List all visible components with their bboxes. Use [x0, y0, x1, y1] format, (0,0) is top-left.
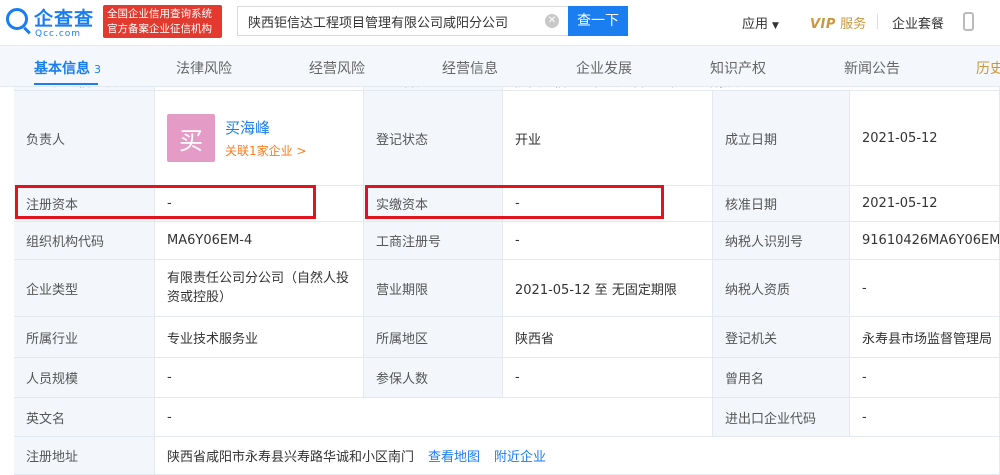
label-biz-reg-no: 工商注册号	[364, 222, 503, 260]
label-ent-type: 企业类型	[14, 260, 155, 317]
search-button[interactable]: 查一下	[568, 6, 628, 36]
related-companies-link[interactable]: 关联1家企业 >	[225, 142, 307, 159]
tab-basic-info-overlay[interactable]: 基本信息 3	[34, 58, 101, 78]
tab-development-overlay[interactable]: 企业发展	[576, 58, 632, 78]
badge-line-1: 全国企业信用查询系统	[107, 8, 212, 20]
certification-badge: 全国企业信用查询系统 官方备案企业征信机构	[103, 5, 222, 38]
value-en-name: -	[155, 398, 713, 437]
mobile-phone-icon[interactable]	[963, 12, 974, 31]
highlight-box-reg-capital	[15, 185, 316, 219]
value-ent-type: 有限责任公司分公司（自然人投资或控股）	[155, 260, 364, 317]
logo-domain: Qcc.com	[35, 29, 82, 39]
label-taxpayer-qual: 纳税人资质	[713, 260, 850, 317]
value-approve-date: 2021-05-12	[850, 186, 1000, 222]
avatar[interactable]: 买	[167, 114, 215, 162]
active-tab-indicator	[34, 83, 98, 85]
value-ie-code: -	[850, 398, 1000, 437]
value-taxpayer-qual: -	[850, 260, 1000, 317]
nav-enterprise-package[interactable]: 企业套餐	[892, 13, 944, 32]
vip-service-label: 服务	[840, 17, 867, 32]
nearby-companies-link[interactable]: 附近企业	[494, 446, 546, 465]
search-input[interactable]	[248, 12, 533, 30]
label-biz-term: 营业期限	[364, 260, 503, 317]
tab-label: 基本信息	[34, 61, 90, 77]
label-approve-date: 核准日期	[713, 186, 850, 222]
tab-count: 3	[94, 63, 101, 76]
value-insured: -	[503, 358, 713, 398]
value-biz-term: 2021-05-12 至 无固定期限	[503, 260, 713, 317]
label-industry: 所属行业	[14, 317, 155, 358]
nav-vip-service[interactable]: VIP 服务	[810, 13, 866, 32]
label-org-code: 组织机构代码	[14, 222, 155, 260]
clear-icon[interactable]: ✕	[545, 14, 559, 28]
label-taxpayer-id: 纳税人识别号	[713, 222, 850, 260]
section-tabs-overlay: 基本信息 3 法律风险 经营风险 经营信息 企业发展 知识产权 新闻公告 历史	[0, 46, 1000, 87]
value-org-code: MA6Y06EM-4	[155, 222, 364, 260]
label-found-date: 成立日期	[713, 91, 850, 186]
tab-business-risk-overlay[interactable]: 经营风险	[309, 58, 365, 78]
label-region: 所属地区	[364, 317, 503, 358]
tab-business-info-overlay[interactable]: 经营信息	[442, 58, 498, 78]
value-address-row: 陕西省咸阳市永寿县兴寿路华诚和小区南门 查看地图 附近企业	[155, 437, 1000, 475]
value-found-date: 2021-05-12	[850, 91, 1000, 186]
value-industry: 专业技术服务业	[155, 317, 364, 358]
label-reg-status: 登记状态	[364, 91, 503, 186]
label-en-name: 英文名	[14, 398, 155, 437]
value-staff-size: -	[155, 358, 364, 398]
nav-divider	[877, 14, 878, 29]
value-authority: 永寿县市场监督管理局	[850, 317, 1000, 358]
view-map-link[interactable]: 查看地图	[428, 446, 480, 465]
tab-history-overlay[interactable]: 历史	[976, 58, 1000, 78]
label-address: 注册地址	[14, 437, 155, 475]
legal-rep-block: 买 买海峰 关联1家企业 >	[155, 91, 364, 186]
legal-rep-name-link[interactable]: 买海峰	[225, 117, 307, 138]
nav-apps-menu[interactable]: 应用 ▼	[742, 13, 779, 32]
label-insured: 参保人数	[364, 358, 503, 398]
value-reg-status: 开业	[503, 91, 713, 186]
value-biz-reg-no: -	[503, 222, 713, 260]
value-taxpayer-id: 91610426MA6Y06EM4W	[850, 222, 1000, 260]
logo-text[interactable]: 企查查	[34, 4, 94, 31]
label-ie-code: 进出口企业代码	[713, 398, 850, 437]
vip-label: VIP	[810, 17, 836, 32]
tab-legal-risk-overlay[interactable]: 法律风险	[176, 58, 232, 78]
caret-down-icon: ▼	[772, 21, 779, 31]
label-authority: 登记机关	[713, 317, 850, 358]
value-address: 陕西省咸阳市永寿县兴寿路华诚和小区南门	[167, 450, 415, 465]
label-staff-size: 人员规模	[14, 358, 155, 398]
top-bar: 企查查 Qcc.com 全国企业信用查询系统 官方备案企业征信机构 ✕ 查一下 …	[0, 0, 1000, 46]
tab-news-overlay[interactable]: 新闻公告	[844, 58, 900, 78]
highlight-box-paid-capital	[365, 185, 664, 219]
tab-ip-overlay[interactable]: 知识产权	[710, 58, 766, 78]
search-box: ✕	[237, 6, 568, 36]
nav-apps-label: 应用	[742, 17, 769, 32]
badge-line-2: 官方备案企业征信机构	[107, 23, 212, 35]
label-legal-rep: 负责人	[14, 91, 155, 186]
qcc-logo-icon[interactable]	[6, 8, 28, 30]
value-former-name: -	[850, 358, 1000, 398]
person-info: 买海峰 关联1家企业 >	[225, 117, 307, 159]
value-region: 陕西省	[503, 317, 713, 358]
label-former-name: 曾用名	[713, 358, 850, 398]
